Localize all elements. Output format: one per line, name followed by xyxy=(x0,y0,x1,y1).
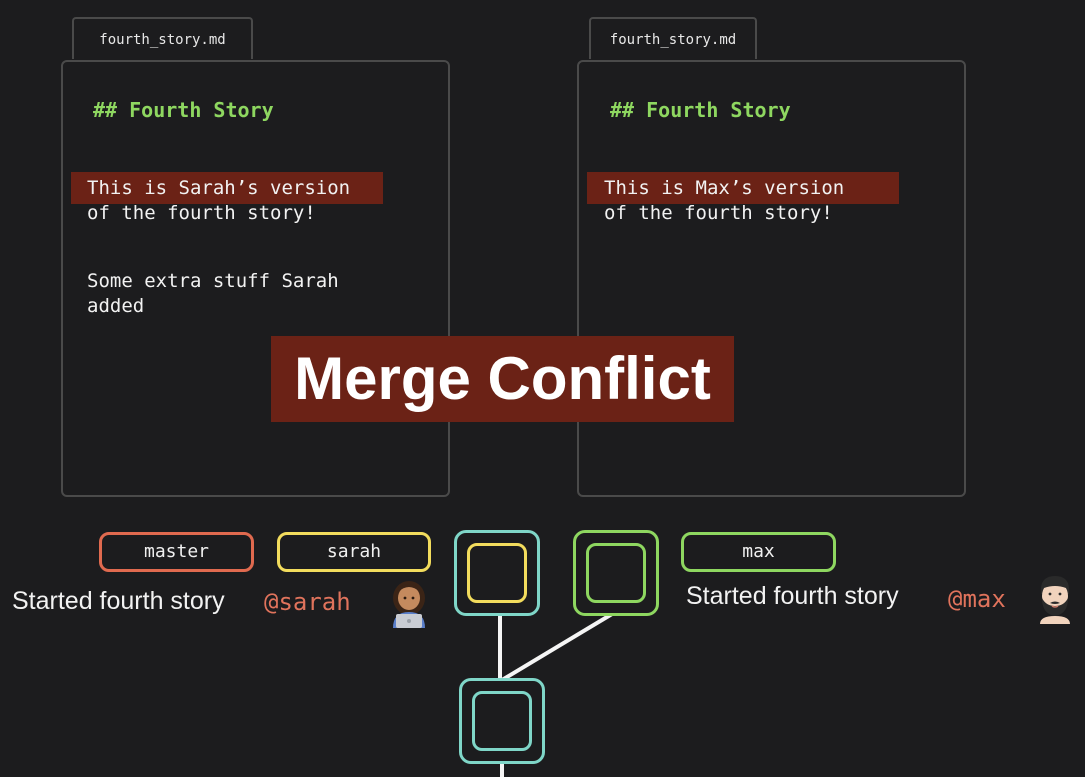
sarah-commit-message: Started fourth story xyxy=(12,587,225,615)
branch-sarah[interactable]: sarah xyxy=(277,532,431,572)
max-commit-inner xyxy=(586,543,646,603)
max-commit-node[interactable] xyxy=(573,530,659,616)
branch-max[interactable]: max xyxy=(681,532,836,572)
branch-master[interactable]: master xyxy=(99,532,254,572)
woman-technologist-icon xyxy=(393,581,425,628)
max-commit-edge xyxy=(500,612,614,682)
parent-commit-inner xyxy=(472,691,532,751)
sarah-commit-inner xyxy=(467,543,527,603)
max-commit-message: Started fourth story xyxy=(686,582,899,610)
max-handle: @max xyxy=(948,585,1006,613)
sarah-handle: @sarah xyxy=(264,588,351,616)
commit-graph-lines xyxy=(498,612,614,777)
man-bearded-icon xyxy=(1040,576,1070,624)
sarah-commit-node[interactable] xyxy=(454,530,540,616)
parent-commit-node[interactable] xyxy=(459,678,545,764)
